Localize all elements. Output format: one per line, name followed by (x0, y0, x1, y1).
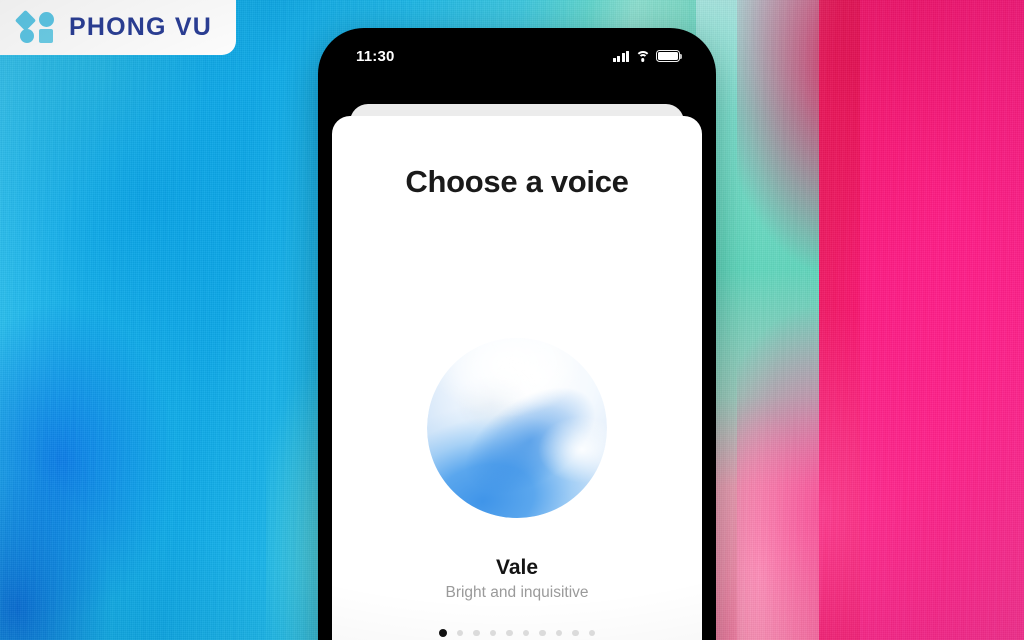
page-dot[interactable] (588, 629, 596, 637)
status-bar: 11:30 (324, 34, 710, 78)
brand-badge: PHONG VU (0, 0, 236, 55)
phone-device: 11:30 Choose a voice Vale Bright and inq… (318, 28, 716, 640)
phong-vu-logo-mark (14, 9, 58, 43)
page-indicator[interactable] (332, 629, 702, 637)
square-shape-icon (39, 29, 53, 43)
brand-name: PHONG VU (69, 13, 212, 41)
voice-description: Bright and inquisitive (445, 584, 589, 601)
wifi-icon (635, 50, 650, 62)
page-dot[interactable] (555, 629, 563, 637)
page-dot[interactable] (522, 629, 530, 637)
diamond-shape-icon (14, 9, 37, 32)
page-dot[interactable] (473, 629, 480, 637)
page-dot[interactable] (506, 629, 513, 637)
voice-orb-container[interactable] (332, 338, 702, 518)
status-icon-group (612, 50, 683, 62)
page-dot[interactable] (572, 629, 579, 637)
page-dot[interactable] (539, 629, 546, 637)
voice-name: Vale (495, 556, 539, 579)
battery-icon (656, 50, 683, 62)
orb-highlight (427, 338, 607, 518)
status-time: 11:30 (356, 47, 395, 65)
page-dot[interactable] (456, 629, 464, 637)
voice-orb[interactable] (427, 338, 607, 518)
screenshot-root: PHONG VU 11:30 Choose a voice Vale Brigh… (0, 0, 1024, 640)
voice-picker-card: Choose a voice Vale Bright and inquisiti… (332, 116, 702, 640)
page-dot-active[interactable] (438, 629, 447, 637)
page-dot[interactable] (489, 629, 497, 637)
cellular-signal-icon (612, 50, 629, 62)
page-title: Choose a voice (405, 164, 629, 199)
circle-shape-icon (20, 29, 34, 43)
circle-shape-icon (39, 12, 54, 27)
phone-screen: 11:30 Choose a voice Vale Bright and inq… (324, 34, 710, 640)
